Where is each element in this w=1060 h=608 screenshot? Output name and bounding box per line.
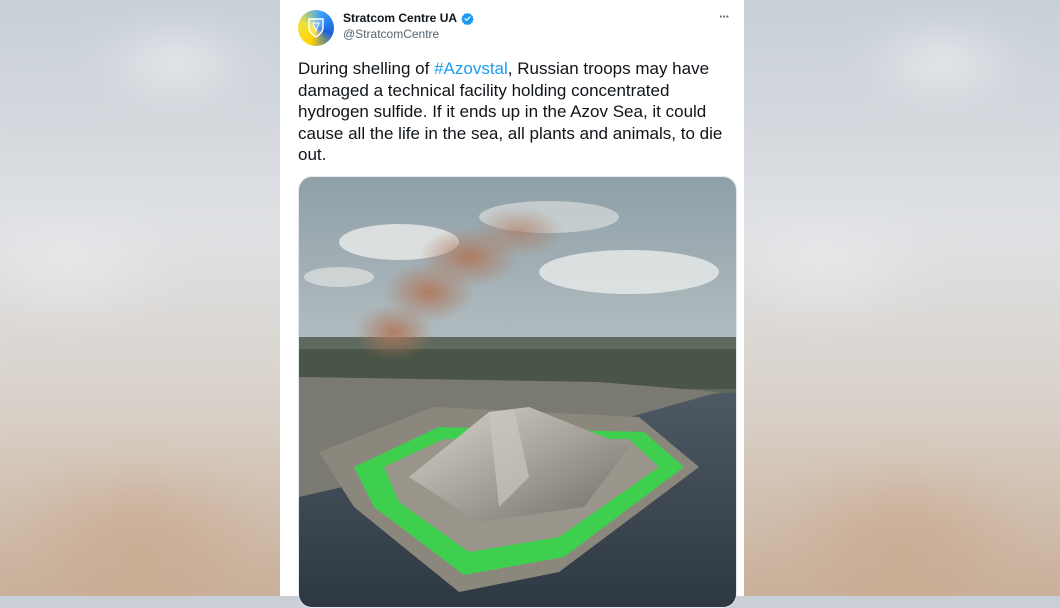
shield-icon (308, 18, 324, 38)
author-name[interactable]: Stratcom Centre UA (343, 11, 474, 25)
blurred-background-left (0, 0, 280, 596)
aerial-photo (299, 177, 736, 607)
tweet-media-photo[interactable] (298, 176, 737, 608)
blurred-background-right (744, 0, 1060, 596)
hashtag-link[interactable]: #Azovstal (434, 59, 508, 78)
verified-badge-icon (461, 12, 474, 25)
tweet-text-before: During shelling of (298, 59, 435, 78)
more-options-icon[interactable]: ··· (719, 9, 730, 24)
tweet-text: During shelling of #Azovstal, Russian tr… (298, 58, 738, 166)
author-name-text: Stratcom Centre UA (343, 11, 458, 25)
stratcom-logo-icon[interactable] (298, 10, 334, 46)
author-handle[interactable]: @StratcomCentre (343, 27, 439, 41)
